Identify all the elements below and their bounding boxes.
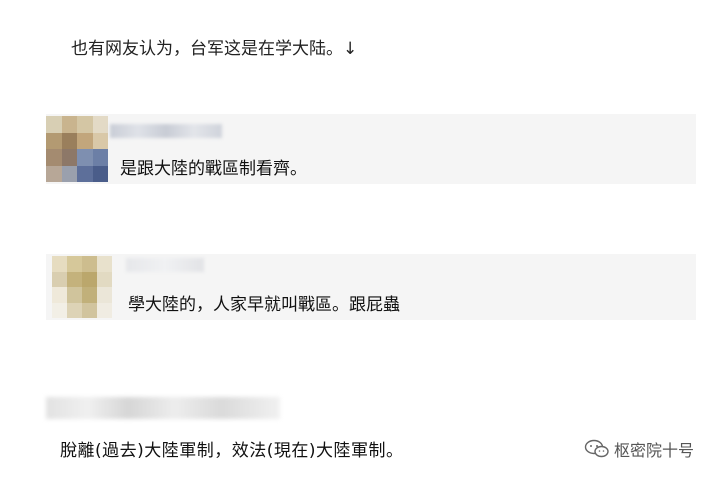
comment-text: 脫離(過去)大陸軍制，效法(現在)大陸軍制。 [60, 441, 404, 461]
intro-text: 也有网友认为，台军这是在学大陆。↓ [71, 39, 358, 59]
wechat-icon [584, 439, 609, 458]
avatar[interactable] [46, 116, 108, 182]
watermark: 枢密院十号 [584, 437, 694, 461]
avatar[interactable] [52, 256, 112, 318]
blurred-username [110, 124, 222, 138]
blurred-username [46, 397, 280, 419]
comment-card: 是跟大陸的戰區制看齊。 [46, 114, 696, 184]
comment-card: 學大陸的，人家早就叫戰區。跟屁蟲 [46, 254, 696, 320]
watermark-label: 枢密院十号 [613, 441, 694, 460]
comment-text: 學大陸的，人家早就叫戰區。跟屁蟲 [128, 295, 400, 315]
blurred-username [126, 258, 204, 272]
comment-text: 是跟大陸的戰區制看齊。 [120, 159, 307, 179]
